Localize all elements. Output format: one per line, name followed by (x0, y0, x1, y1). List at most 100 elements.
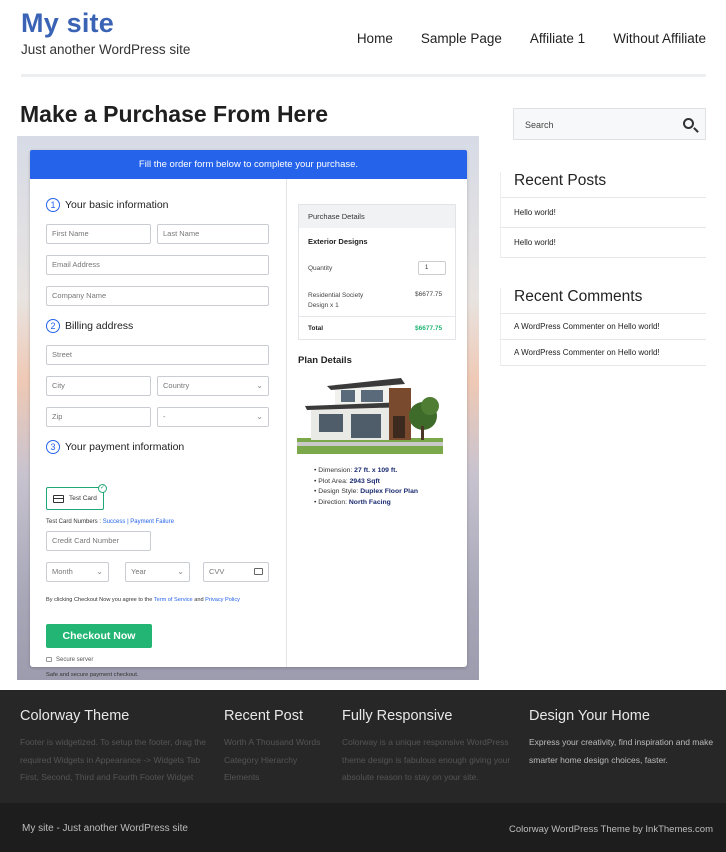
plan-details-title: Plan Details (298, 355, 352, 366)
site-title[interactable]: My site (21, 8, 190, 39)
quantity-input[interactable]: 1 (418, 261, 446, 275)
spec-label: Plot Area: (318, 477, 348, 485)
footer-col-text: Footer is widgetized. To setup the foote… (20, 737, 207, 782)
step-title: Billing address (65, 320, 134, 332)
terms-prefix: By clicking Checkout Now you agree to th… (46, 597, 153, 603)
secure-server-label: Secure server (56, 657, 94, 663)
recent-comments-widget: Recent Comments A WordPress Commenter on… (500, 288, 706, 366)
footer-theme-credit[interactable]: Colorway WordPress Theme by InkThemes.co… (509, 824, 713, 835)
footer-col-colorway: Colorway Theme Footer is widgetized. To … (20, 708, 212, 787)
email-field[interactable]: Email Address (46, 255, 269, 275)
spec-value: Duplex Floor Plan (360, 488, 418, 495)
footer-site-credit[interactable]: My site - Just another WordPress site (22, 823, 188, 834)
check-icon: ✓ (98, 484, 107, 493)
chevron-down-icon: ⌄ (96, 567, 103, 576)
state-select[interactable]: - ⌄ (157, 407, 269, 427)
line-item: Residential Society Design x 1 (308, 291, 363, 311)
footer-bottom-bar: My site - Just another WordPress site Co… (0, 803, 726, 852)
spec-value: North Facing (348, 498, 391, 506)
line-item-qty: Design x 1 (308, 302, 339, 309)
card-number-field[interactable]: Credit Card Number (46, 531, 151, 551)
first-name-field[interactable]: First Name (46, 224, 151, 244)
footer-col-design: Design Your Home Express your creativity… (529, 708, 723, 769)
test-card-label: Test Card Numbers : (46, 519, 102, 525)
step-title: Your basic information (65, 199, 169, 211)
checkout-background: Fill the order form below to complete yo… (17, 136, 479, 680)
site-tagline: Just another WordPress site (21, 42, 191, 57)
line-item-name: Residential Society (308, 292, 364, 299)
comment-post-link[interactable]: Hello world! (618, 322, 660, 331)
comment-author-link[interactable]: A WordPress Commenter (514, 322, 605, 331)
total-value: $6677.75 (415, 325, 443, 332)
footer-col-text[interactable]: Worth A Thousand Words Category Hierarch… (224, 734, 332, 787)
header-divider (21, 74, 706, 77)
spec-item: • Plot Area: 2943 Sqft (314, 477, 380, 485)
comment-post-link[interactable]: Hello world! (618, 348, 660, 357)
nav-home[interactable]: Home (357, 31, 393, 46)
lock-icon (46, 657, 52, 662)
last-name-field[interactable]: Last Name (157, 224, 269, 244)
spec-item: • Dimension: 27 ft. x 109 ft. (314, 467, 398, 474)
footer-col-recent-post: Recent Post Worth A Thousand Words Categ… (224, 708, 332, 787)
comment-on: on (606, 348, 616, 357)
total-label: Total (308, 325, 324, 332)
checkout-now-button[interactable]: Checkout Now (46, 624, 152, 648)
recent-posts-widget: Recent Posts Hello world! Hello world! (500, 172, 706, 258)
quantity-label: Quantity (308, 265, 333, 272)
country-select[interactable]: Country ⌄ (157, 376, 269, 396)
footer-col-title: Colorway Theme (20, 708, 130, 724)
year-select[interactable]: Year ⌄ (125, 562, 190, 582)
comment-author-link[interactable]: A WordPress Commenter (514, 348, 605, 357)
test-card-option[interactable]: Test Card ✓ (46, 484, 107, 510)
nav-sample-page[interactable]: Sample Page (421, 31, 502, 46)
company-field[interactable]: Company Name (46, 286, 269, 306)
purchase-details: Purchase Details Exterior Designs Quanti… (298, 204, 456, 340)
plan-specs: • Dimension: 27 ft. x 109 ft. • Plot Are… (314, 466, 418, 508)
checkout-card: Fill the order form below to complete yo… (30, 150, 467, 678)
zip-field[interactable]: Zip (46, 407, 151, 427)
step-title: Your payment information (65, 441, 185, 453)
step-payment-info: 3 Your payment information (46, 440, 184, 454)
recent-comments-title: Recent Comments (501, 288, 706, 314)
step-basic-info: 1 Your basic information (46, 198, 169, 212)
main-nav: Home Sample Page Affiliate 1 Without Aff… (357, 31, 706, 46)
month-select[interactable]: Month ⌄ (46, 562, 109, 582)
step-number: 1 (46, 198, 60, 212)
year-select-value: Year (131, 567, 147, 576)
terms-and: and (194, 597, 204, 603)
terms-link[interactable]: Term of Service (154, 597, 193, 603)
cvv-field[interactable]: CVV (203, 562, 269, 582)
divider (299, 316, 455, 317)
street-field[interactable]: Street (46, 345, 269, 365)
payment-failure-link[interactable]: Payment Failure (130, 519, 174, 525)
spec-value: 2943 Sqft (349, 477, 380, 485)
test-card-numbers: Test Card Numbers : Success | Payment Fa… (46, 519, 174, 525)
card-icon (254, 568, 263, 575)
nav-without-affiliate[interactable]: Without Affiliate (613, 31, 706, 46)
terms-text: By clicking Checkout Now you agree to th… (46, 597, 240, 603)
footer-col-text: Express your creativity, find inspiratio… (529, 737, 714, 765)
footer-col-title: Fully Responsive (342, 708, 453, 724)
footer-col-responsive: Fully Responsive Colorway is a unique re… (342, 708, 518, 787)
nav-affiliate-1[interactable]: Affiliate 1 (530, 31, 585, 46)
checkout-banner: Fill the order form below to complete yo… (30, 150, 467, 179)
spec-label: Design Style: (318, 488, 359, 495)
state-select-value: - (163, 412, 166, 421)
privacy-link[interactable]: Privacy Policy (205, 597, 240, 603)
chevron-down-icon: ⌄ (256, 412, 263, 421)
payment-option-label: Test Card (69, 495, 97, 502)
recent-posts-title: Recent Posts (501, 172, 706, 198)
search-input[interactable]: Search (513, 108, 706, 140)
step-billing-address: 2 Billing address (46, 319, 133, 333)
footer-col-title: Recent Post (224, 708, 303, 724)
city-field[interactable]: City (46, 376, 151, 396)
search-icon[interactable] (683, 118, 694, 129)
recent-post-link[interactable]: Hello world! (501, 228, 706, 258)
house-image (297, 378, 443, 454)
chevron-down-icon: ⌄ (177, 567, 184, 576)
page-title: Make a Purchase From Here (20, 101, 329, 127)
test-separator: | (127, 519, 129, 525)
recent-post-link[interactable]: Hello world! (501, 198, 706, 228)
success-link[interactable]: Success (103, 519, 126, 525)
search-placeholder: Search (525, 120, 554, 130)
